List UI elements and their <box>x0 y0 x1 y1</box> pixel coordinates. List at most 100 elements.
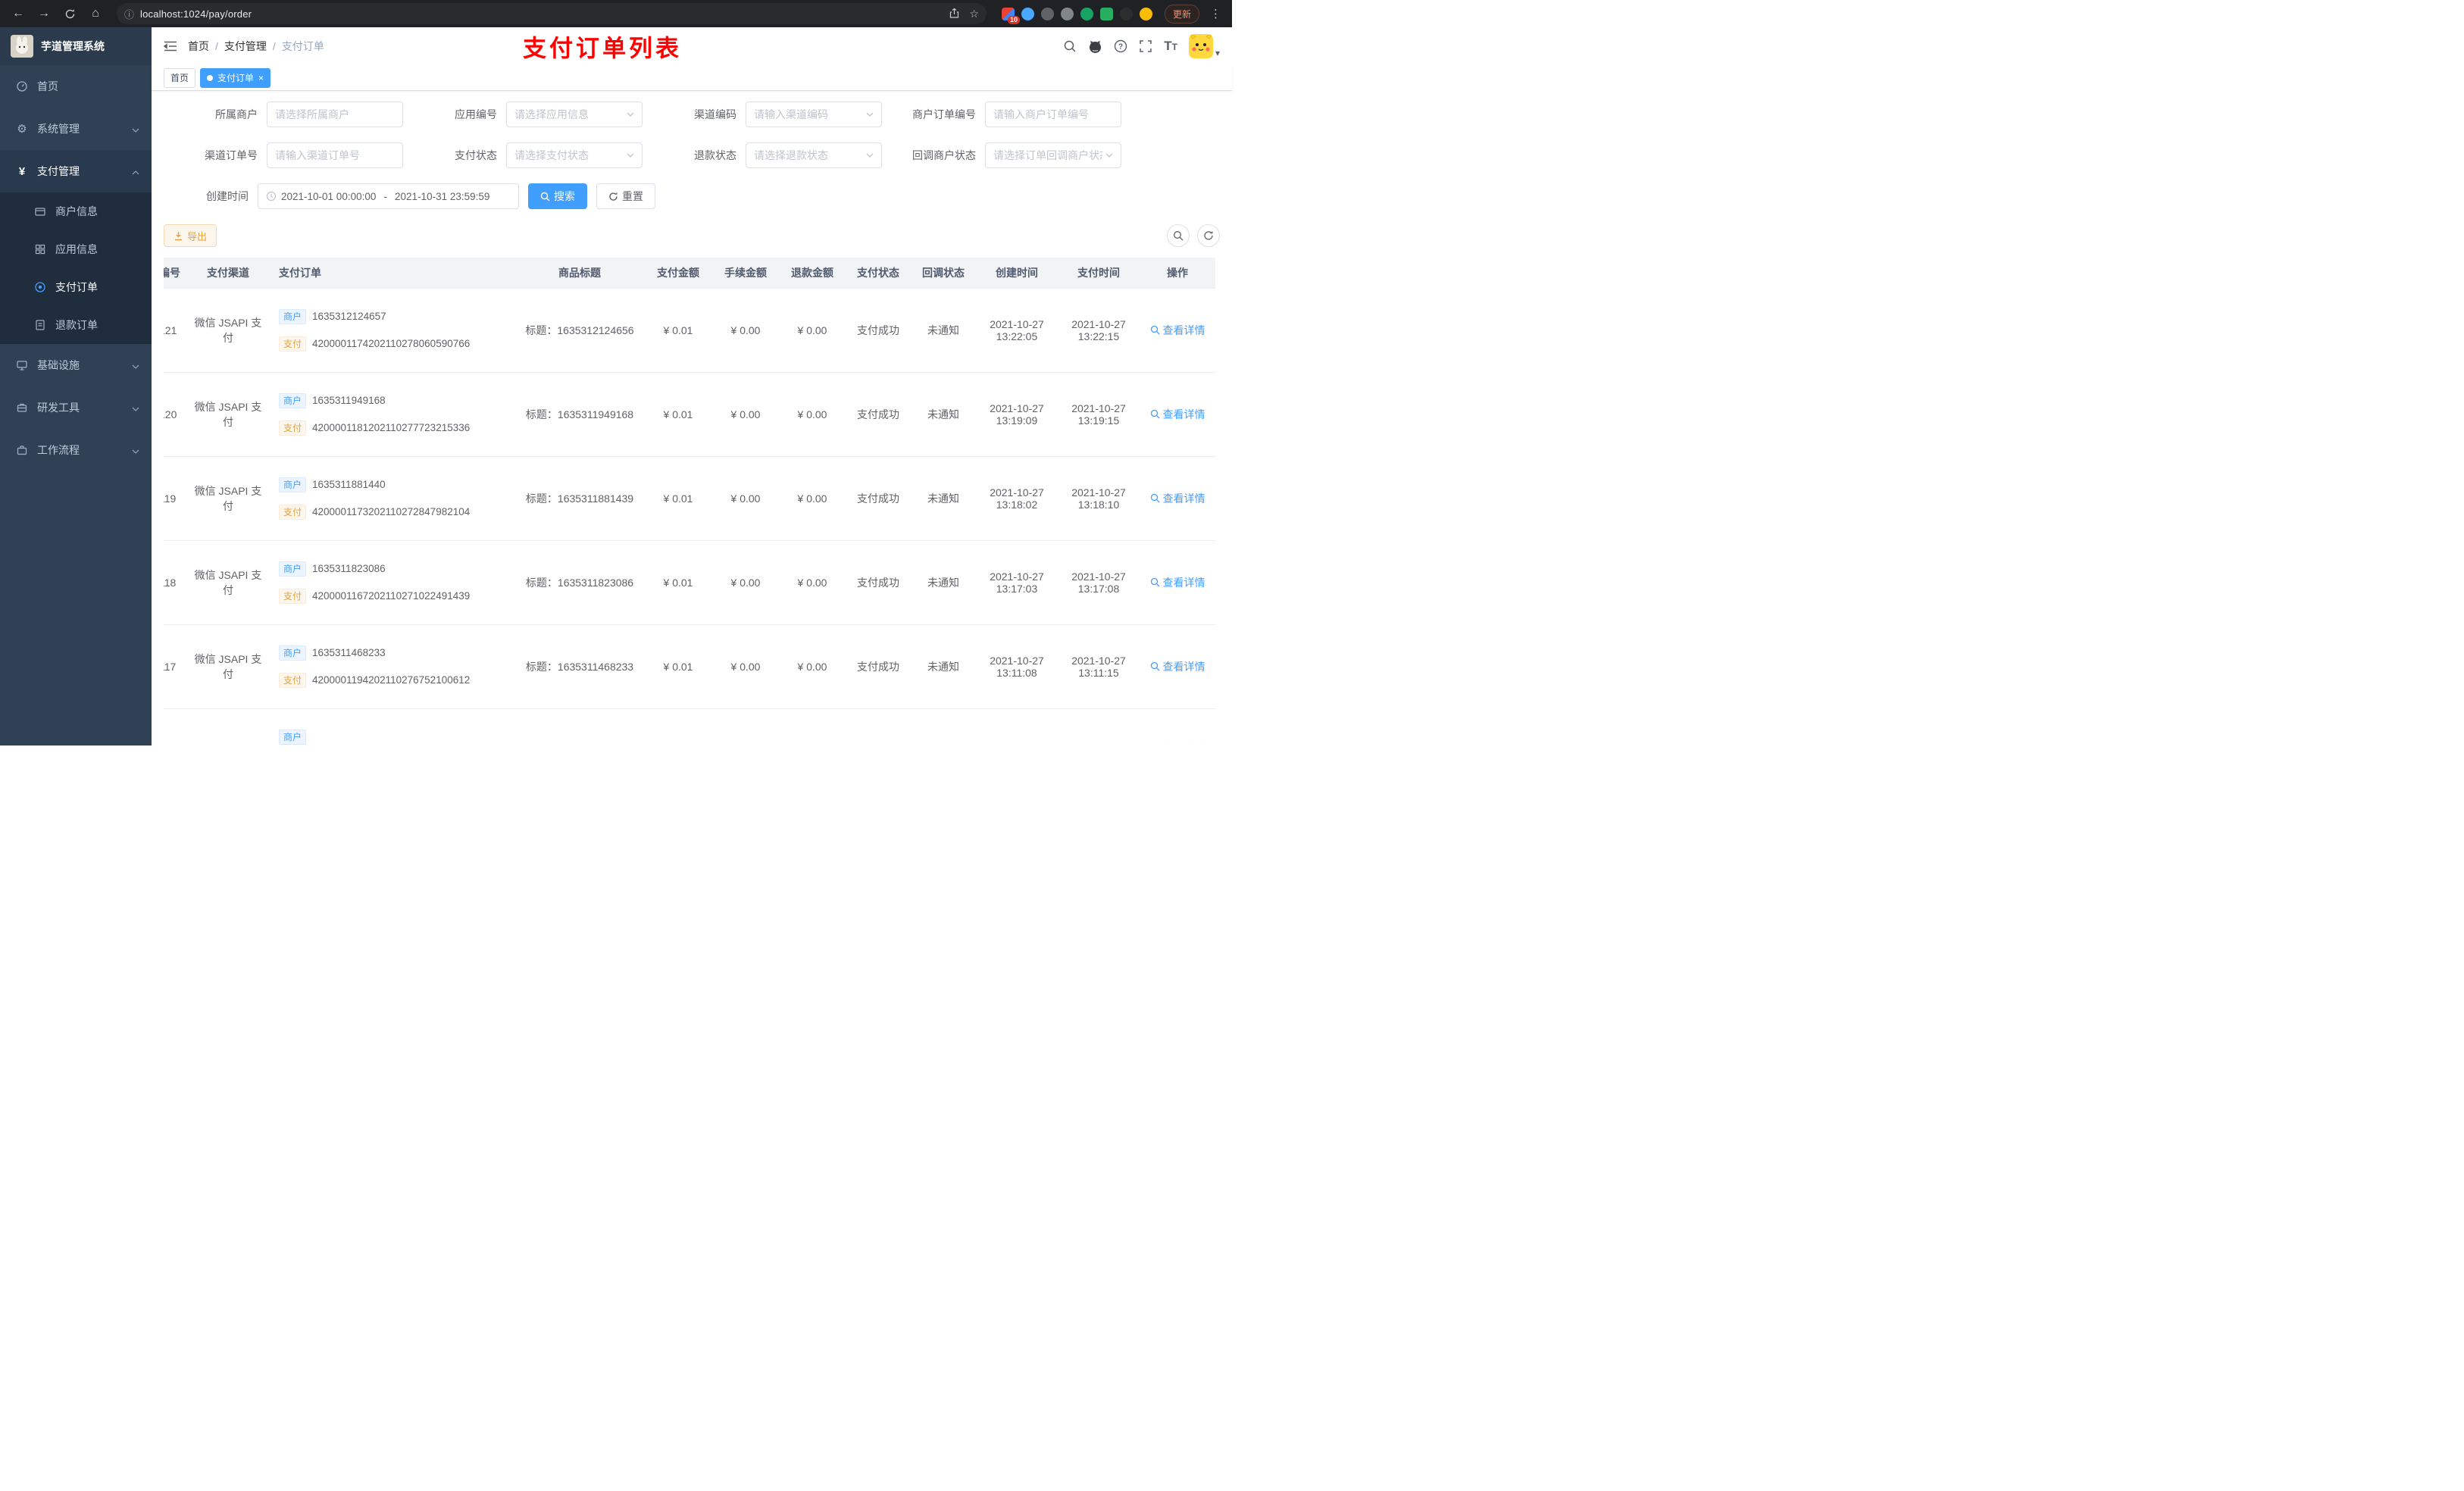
extension-icon-1[interactable]: 10 <box>1001 7 1020 24</box>
browser-update-button[interactable]: 更新 <box>1164 4 1199 23</box>
extension-icon-face[interactable] <box>1139 7 1152 20</box>
view-detail-link[interactable]: 查看详情 <box>1150 323 1205 338</box>
breadcrumb-home[interactable]: 首页 <box>188 39 209 54</box>
view-detail-link[interactable]: 查看详情 <box>1150 575 1205 590</box>
user-menu[interactable]: ▾ <box>1188 34 1220 58</box>
cell-title: 标题：1635311823086 <box>515 540 644 625</box>
share-icon[interactable] <box>949 8 960 19</box>
table-row: 119 微信 JSAPI 支付 商户 1635311881440 <box>164 456 1215 541</box>
merchant-input[interactable] <box>267 102 403 127</box>
help-icon[interactable]: ? <box>1114 39 1127 53</box>
date-range-picker[interactable]: 2021-10-01 00:00:00 - 2021-10-31 23:59:5… <box>258 183 519 209</box>
select-placeholder: 请输入渠道编码 <box>754 108 828 120</box>
view-detail-link[interactable]: 查看详情 <box>1150 743 1205 746</box>
extension-icon-chat[interactable] <box>1099 7 1113 20</box>
logo[interactable]: 芋道管理系统 <box>0 27 152 65</box>
tab-pay-order[interactable]: 支付订单 × <box>200 67 271 88</box>
chevron-down-icon <box>627 153 634 158</box>
merchant-order-no: 1635311468233 <box>312 647 386 658</box>
refund-status-select[interactable]: 请选择退款状态 <box>746 142 882 168</box>
col-amount: 支付金额 <box>644 258 712 289</box>
sidebar-item-workflow[interactable]: 工作流程 <box>0 429 152 471</box>
col-title: 商品标题 <box>515 258 644 289</box>
site-info-icon[interactable]: ⓘ <box>124 7 134 21</box>
extension-icon-drop[interactable] <box>1021 7 1034 20</box>
view-detail-link[interactable]: 查看详情 <box>1150 407 1205 422</box>
font-size-icon[interactable]: TT <box>1164 39 1177 54</box>
fullscreen-icon[interactable] <box>1139 39 1152 53</box>
cell-pay-time: 2021-10-27 13:11:15 <box>1058 624 1140 709</box>
sidebar-item-label: 支付订单 <box>55 281 98 293</box>
export-button[interactable]: 导出 <box>164 224 217 247</box>
reload-icon <box>65 8 74 18</box>
pay-order-no: 4200001194202110276752100612 <box>312 674 471 686</box>
cell-amount: ¥ 0.01 <box>644 624 712 709</box>
field-label: 创建时间 <box>206 190 249 202</box>
cell-create-time: 2021-10-27 13:19:09 <box>976 372 1058 457</box>
tab-home[interactable]: 首页 <box>164 67 196 88</box>
view-detail-label: 查看详情 <box>1162 324 1205 336</box>
merchant-order-no-input[interactable] <box>985 102 1121 127</box>
sidebar-item-refund-order[interactable]: 退款订单 <box>0 306 152 344</box>
cell-create-time: 2021-10-27 13:22:05 <box>976 288 1058 373</box>
home-button[interactable]: ⌂ <box>85 3 106 24</box>
extension-icon-pin[interactable] <box>1119 7 1133 20</box>
target-icon <box>33 281 47 293</box>
app-id-select[interactable]: 请选择应用信息 <box>506 102 643 127</box>
reload-button[interactable] <box>59 3 80 24</box>
channel-code-select[interactable]: 请输入渠道编码 <box>746 102 882 127</box>
cell-status: 支付成功 <box>846 372 911 457</box>
search-button[interactable]: 搜索 <box>528 183 587 209</box>
field-refund-status: 退款状态 请选择退款状态 <box>643 142 882 168</box>
cell-order: 商户 1635312124657 支付 42000011742021102780… <box>273 288 515 373</box>
cell-channel: 微信 JSAPI 支付 <box>183 372 273 457</box>
search-icon <box>1174 231 1184 241</box>
sidebar-item-merchant-info[interactable]: 商户信息 <box>0 192 152 230</box>
avatar[interactable] <box>1188 34 1213 58</box>
search-icon <box>1150 577 1159 587</box>
table-row: 120 微信 JSAPI 支付 商户 1635311949168 <box>164 372 1215 457</box>
view-detail-label: 查看详情 <box>1162 492 1205 505</box>
breadcrumb-pay[interactable]: 支付管理 <box>224 39 267 54</box>
sidebar-item-pay[interactable]: ¥ 支付管理 <box>0 150 152 192</box>
pay-status-select[interactable]: 请选择支付状态 <box>506 142 643 168</box>
sidebar-item-home[interactable]: 首页 <box>0 65 152 108</box>
refresh-button[interactable] <box>1197 224 1220 247</box>
back-button[interactable]: ← <box>8 3 29 24</box>
cell-action: 查看详情 <box>1140 456 1215 541</box>
view-detail-link[interactable]: 查看详情 <box>1150 659 1205 674</box>
view-detail-link[interactable]: 查看详情 <box>1150 491 1205 506</box>
cell-notify: 未通知 <box>911 288 976 373</box>
sidebar-item-system[interactable]: ⚙ 系统管理 <box>0 108 152 150</box>
bookmark-star-icon[interactable]: ☆ <box>969 8 979 20</box>
sidebar-item-pay-order[interactable]: 支付订单 <box>0 268 152 306</box>
github-icon[interactable] <box>1088 39 1102 54</box>
col-order: 支付订单 <box>273 258 515 289</box>
extension-icon-3[interactable] <box>1060 7 1074 20</box>
search-icon[interactable] <box>1063 39 1077 53</box>
extension-icon-2[interactable] <box>1040 7 1054 20</box>
search-icon <box>1150 325 1159 335</box>
yen-icon: ¥ <box>18 164 26 178</box>
reset-button[interactable]: 重置 <box>596 183 655 209</box>
sidebar-item-app-info[interactable]: 应用信息 <box>0 230 152 268</box>
notify-status-select[interactable]: 请选择订单回调商户状态 <box>985 142 1121 168</box>
toggle-search-button[interactable] <box>1167 224 1190 247</box>
cell-amount: ¥ 0.01 <box>644 540 712 625</box>
close-icon[interactable]: × <box>258 73 264 83</box>
channel-order-no-input[interactable] <box>267 142 403 168</box>
extension-icon-check[interactable] <box>1080 7 1093 20</box>
active-dot <box>207 74 214 81</box>
url-bar[interactable]: ⓘ localhost:1024/pay/order ☆ <box>117 3 987 24</box>
menu-fold-icon[interactable] <box>164 40 177 52</box>
sidebar-item-dev-tools[interactable]: 研发工具 <box>0 386 152 429</box>
sidebar-item-infra[interactable]: 基础设施 <box>0 344 152 386</box>
pay-order-no: 4200001167202110271022491439 <box>312 590 471 602</box>
url-text[interactable]: localhost:1024/pay/order <box>140 8 949 20</box>
browser-menu-icon[interactable]: ⋮ <box>1207 7 1224 20</box>
chevron-down-icon <box>866 112 874 117</box>
view-detail-label: 查看详情 <box>1162 660 1205 673</box>
col-channel: 支付渠道 <box>183 258 273 289</box>
forward-button[interactable]: → <box>33 3 55 24</box>
cell-channel: 微信 JSAPI 支付 <box>183 288 273 373</box>
